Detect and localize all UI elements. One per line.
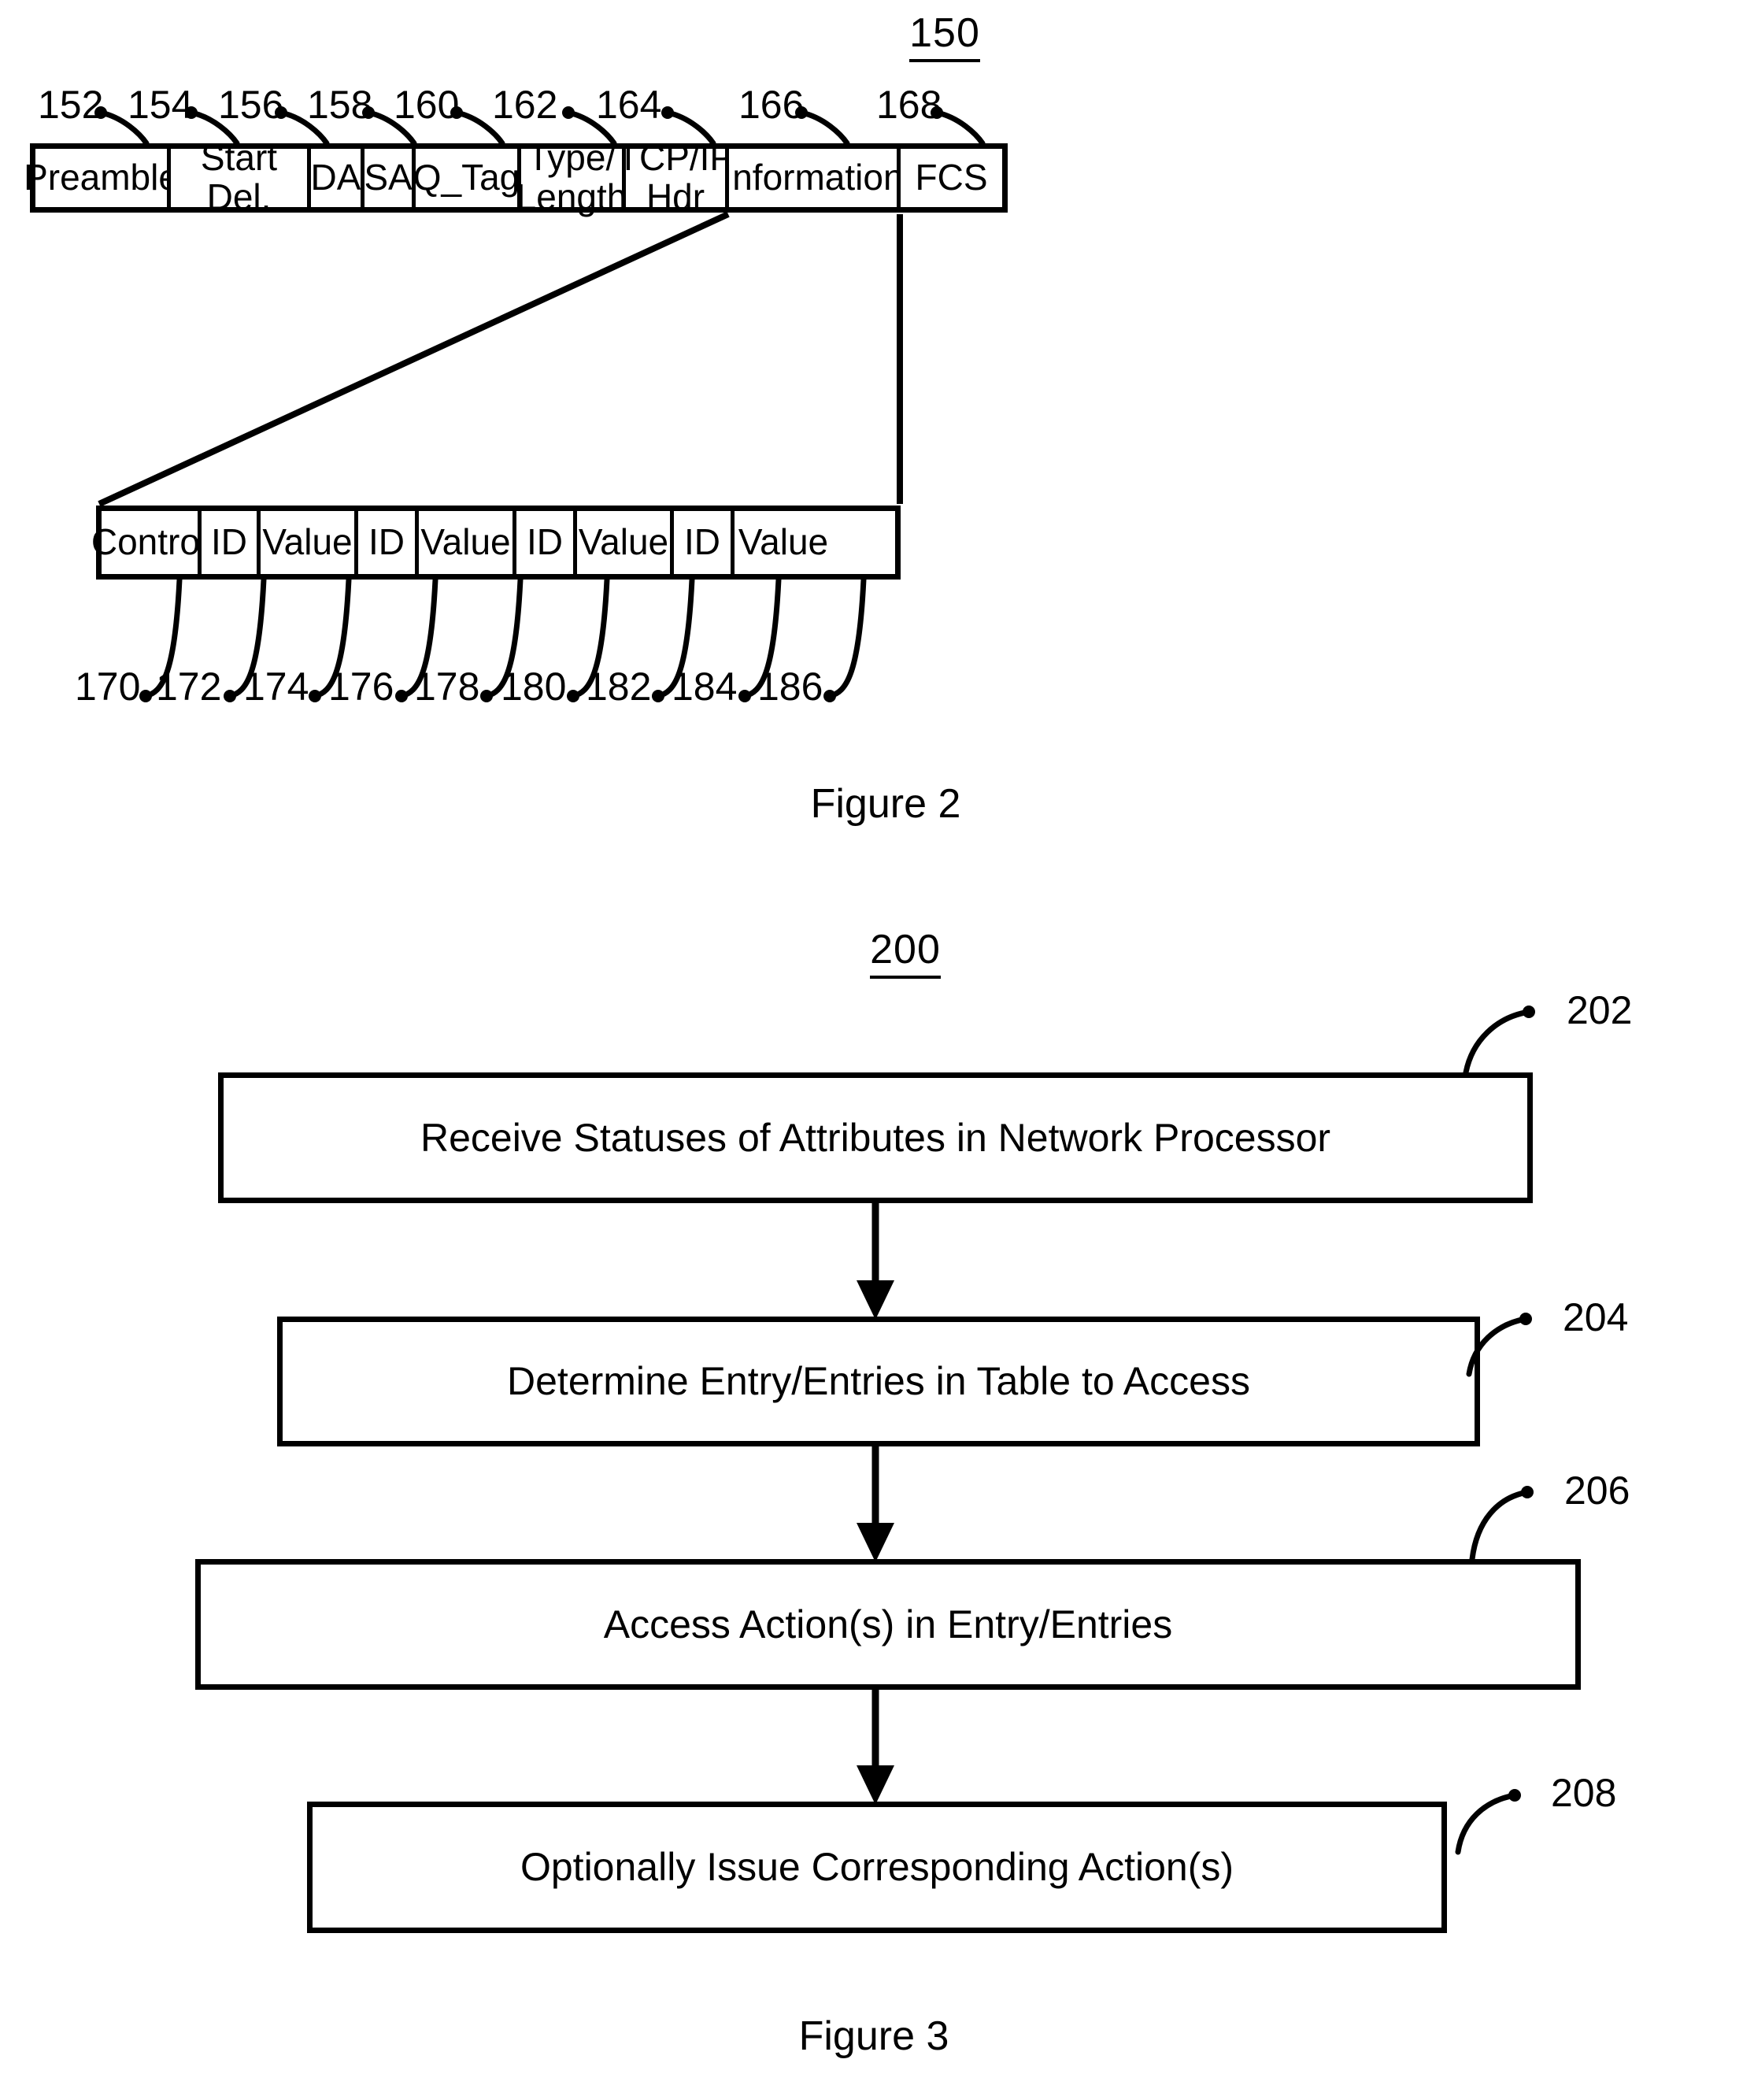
info-cell-id-3: ID [516,511,577,574]
leader-line-168 [934,109,986,146]
frame-cell-sa: SA [364,149,416,207]
info-callout-180: 180 [501,665,567,709]
frame-callout-160: 160 [394,83,460,127]
flow-arrow-204-206-head [857,1523,894,1562]
frame-callout-156: 156 [218,83,284,127]
figure2-ref-number: 150 [827,13,1063,62]
flow-arrow-206-208-head [857,1765,894,1805]
flow-step-206-label: Access Action(s) in Entry/Entries [603,1602,1173,1646]
flow-step-202-label: Receive Statuses of Attributes in Networ… [420,1115,1331,1160]
leader-dot-184 [738,690,751,702]
patent-figure-sheet: 150 152 154 156 158 160 162 164 166 168 … [0,0,1754,2100]
info-callout-178: 178 [414,665,480,709]
info-cell-value-1: Value [261,511,358,574]
flow-ref-dot-204 [1519,1313,1532,1325]
expansion-line-left [98,211,730,507]
figure3-ref-number: 200 [787,929,1023,979]
leader-line-166 [798,109,850,146]
flow-ref-dot-206 [1521,1486,1534,1498]
info-cell-value-3: Value [577,511,674,574]
frame-callout-158: 158 [307,83,373,127]
leader-dot-164 [661,106,674,119]
info-callout-174: 174 [243,665,309,709]
info-callout-182: 182 [586,665,652,709]
frame-cell-information: Information [722,149,904,207]
leader-line-186 [827,576,867,699]
info-cell-id-1: ID [202,511,261,574]
info-cell-id-2: ID [358,511,419,574]
figure-leader-lines-overlay [94,106,1535,1855]
figure3-ref-number-text: 200 [870,929,941,979]
flow-step-202-box: Receive Statuses of Attributes in Networ… [218,1072,1533,1203]
flow-step-202-ref: 202 [1567,988,1633,1032]
info-cell-value-2: Value [419,511,516,574]
flow-arrow-202-204-head [857,1280,894,1320]
frame-callout-152: 152 [38,83,104,127]
flow-step-204-ref: 204 [1563,1295,1629,1339]
info-callout-170: 170 [75,665,141,709]
info-cell-value-4: Value [735,511,832,574]
info-cell-id-4: ID [674,511,735,574]
leader-dot-176 [395,690,408,702]
leader-dot-182 [652,690,664,702]
info-callout-184: 184 [672,665,738,709]
leader-dot-174 [309,690,321,702]
flow-ref-dot-208 [1508,1789,1521,1802]
frame-cell-fcs: FCS [901,149,1002,207]
frame-callout-154: 154 [128,83,194,127]
figure3-caption: Figure 3 [798,2013,949,2059]
info-callout-176: 176 [328,665,394,709]
flow-step-206-box: Access Action(s) in Entry/Entries [195,1559,1581,1690]
flow-step-206-ref: 206 [1564,1469,1630,1513]
frame-cell-type-length: Type/ Length [516,137,627,217]
packet-frame-row: Preamble Start Del. DA SA Q_Tag Type/ Le… [24,137,1008,217]
flow-step-208-box: Optionally Issue Corresponding Action(s) [307,1802,1447,1933]
flow-ref-leader-202 [1463,1009,1532,1076]
frame-cell-tcpip-hdr: TCP/IP Hdr [616,137,735,217]
flow-step-204-label: Determine Entry/Entries in Table to Acce… [507,1359,1250,1403]
flow-step-204-box: Determine Entry/Entries in Table to Acce… [277,1317,1480,1446]
leader-dot-180 [567,690,579,702]
leader-dot-172 [224,690,236,702]
leader-dot-162 [562,106,575,119]
info-callout-172: 172 [156,665,222,709]
info-callout-186: 186 [757,665,823,709]
frame-callout-164: 164 [596,83,662,127]
frame-callout-168: 168 [876,83,942,127]
figure2-ref-number-text: 150 [909,13,980,62]
info-cell-control: Control [91,511,208,574]
flow-ref-dot-202 [1523,1006,1535,1018]
flow-ref-leader-208 [1455,1792,1518,1855]
information-detail-row: Control ID Value ID Value ID Value ID Va… [91,506,901,580]
flow-step-208-ref: 208 [1551,1771,1617,1815]
flow-ref-leader-206 [1469,1489,1530,1562]
leader-dot-170 [139,690,152,702]
figure2-caption: Figure 2 [810,781,961,827]
frame-cell-preamble: Preamble [24,149,179,207]
leader-dot-186 [823,690,836,702]
frame-callout-162: 162 [492,83,558,127]
frame-cell-qtag: Q_Tag [413,149,521,207]
frame-cell-da: DA [311,149,364,207]
flow-step-208-label: Optionally Issue Corresponding Action(s) [520,1845,1234,1889]
frame-callout-166: 166 [738,83,805,127]
frame-cell-start-del: Start Del. [171,138,311,217]
leader-dot-178 [480,690,493,702]
